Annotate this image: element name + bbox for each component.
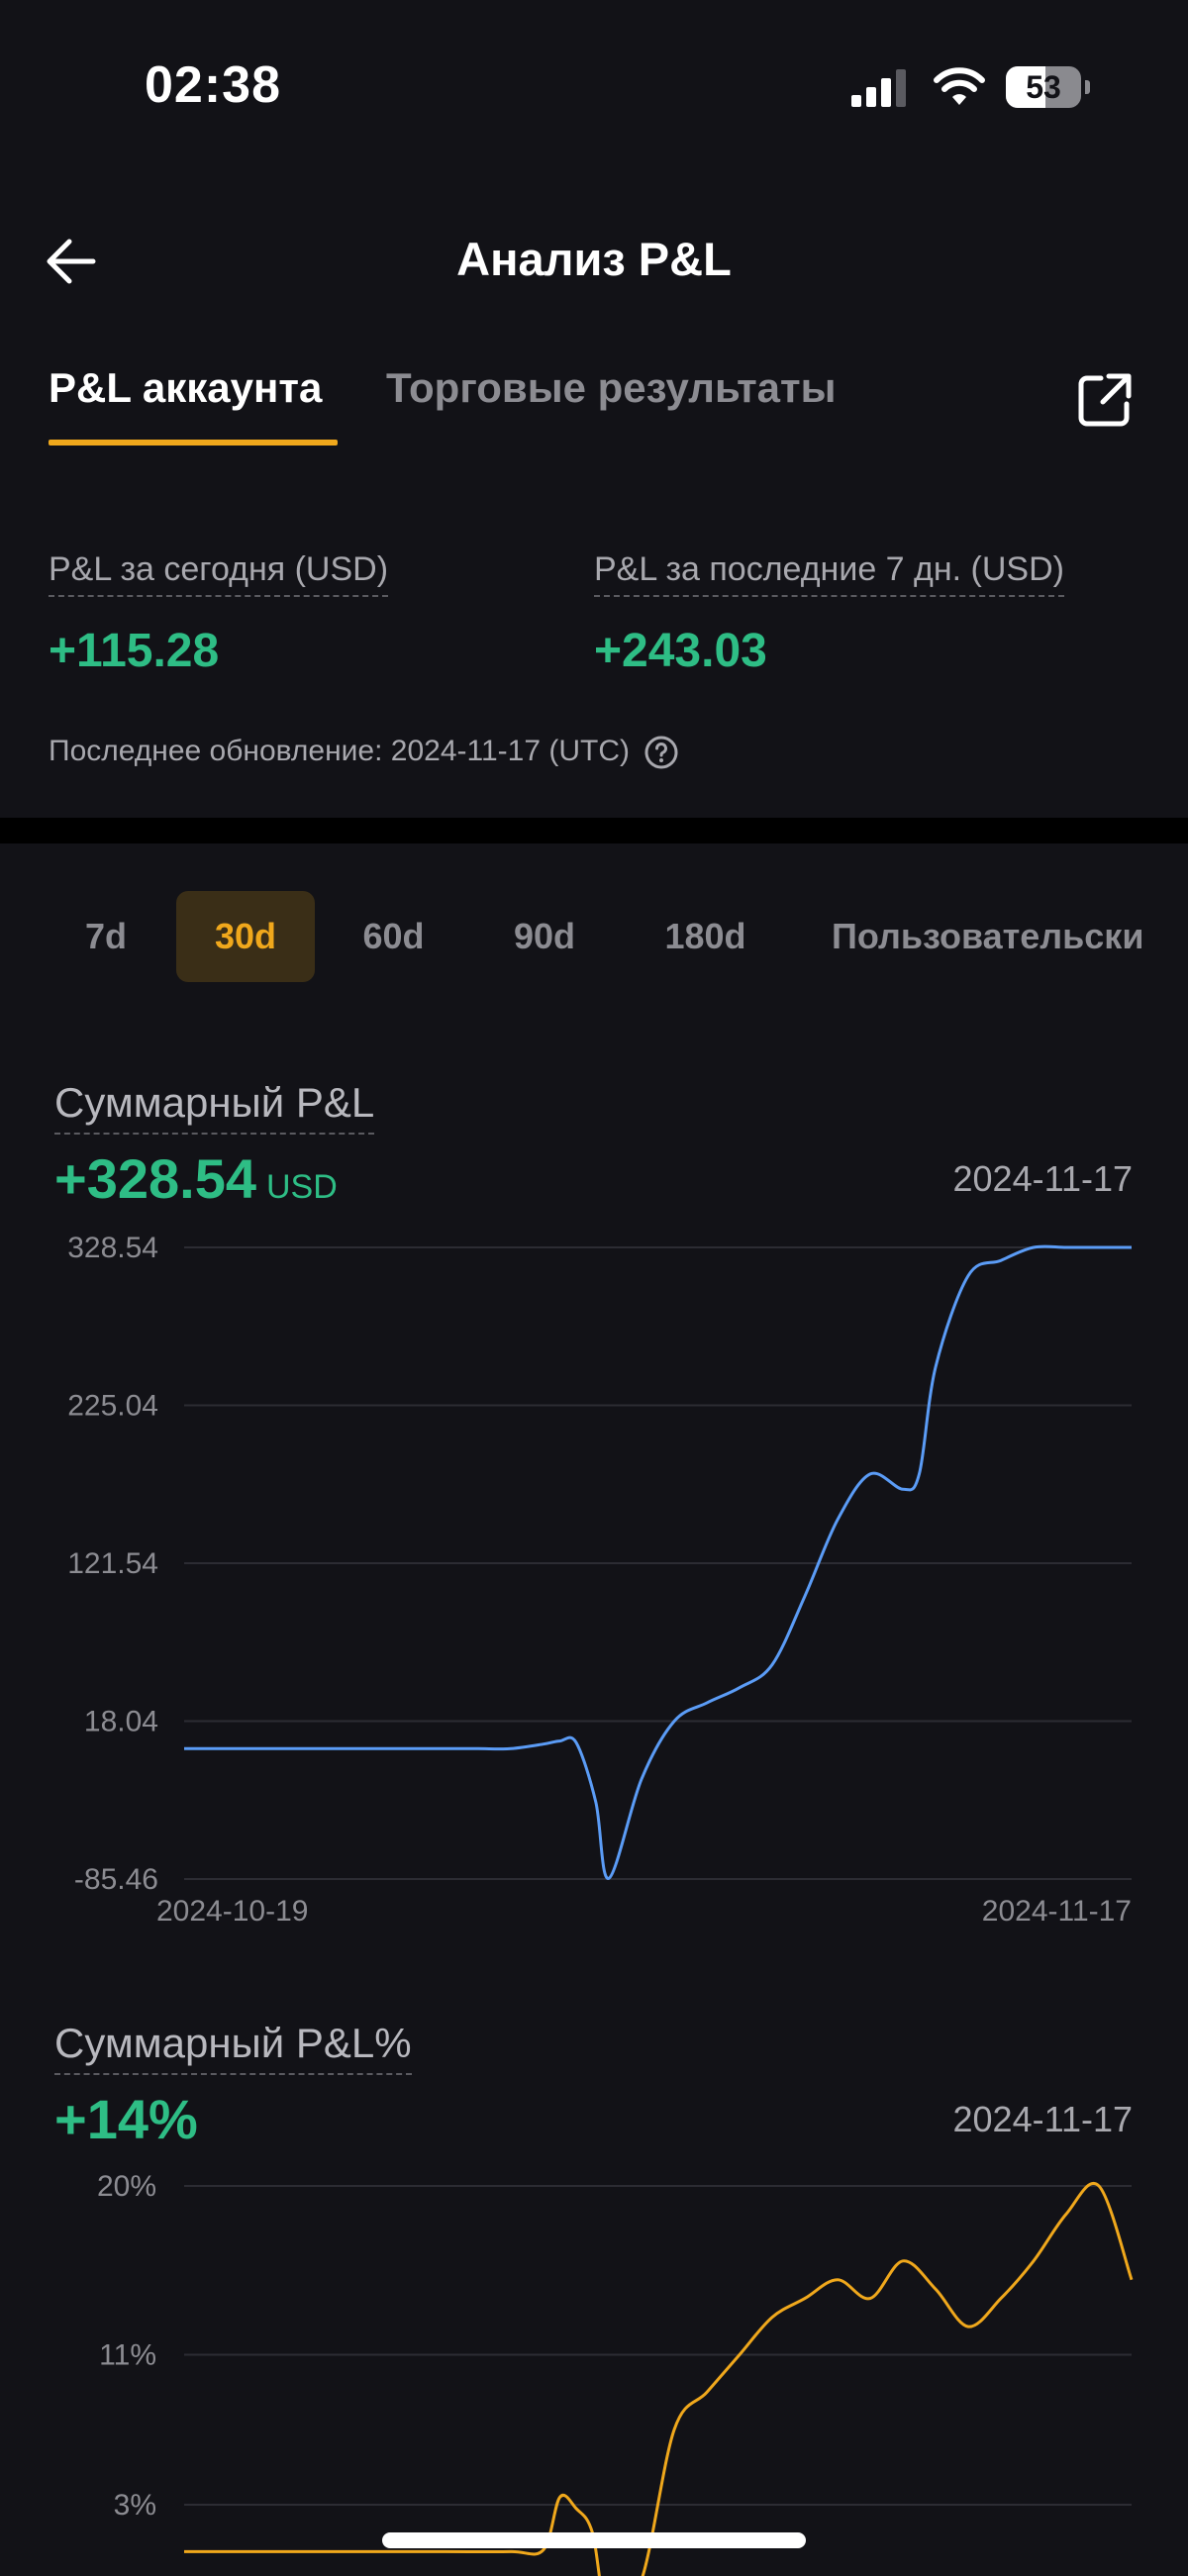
cumulative-pnl-date: 2024-11-17 (952, 1158, 1133, 1199)
wifi-icon (934, 67, 985, 105)
section-divider (0, 818, 1188, 843)
today-pnl-value: +115.28 (49, 625, 220, 677)
cumulative-pnl-value: +328.54 USD (54, 1146, 338, 1211)
cumulative-pnl-pct-date: 2024-11-17 (952, 2099, 1133, 2139)
active-tab-underline (49, 440, 338, 446)
period-custom[interactable]: Пользовательски (832, 891, 1168, 982)
week-pnl-value: +243.03 (594, 625, 767, 677)
x-tick-label: 2024-10-19 (156, 1895, 308, 1928)
tab-trading-results[interactable]: Торговые результаты (386, 364, 836, 412)
y-tick-label: 11% (99, 2338, 156, 2371)
cumulative-pnl-chart[interactable]: 328.54 225.04 121.54 18.04 -85.462024-10-19 2… (0, 1218, 1188, 1940)
y-tick-label: 20% (97, 2170, 156, 2203)
cumulative-pnl-pct-value: +14% (54, 2088, 198, 2150)
today-pnl-label[interactable]: P&L за сегодня (USD) (49, 550, 389, 597)
period-180d[interactable]: 180d (653, 891, 757, 982)
series-line (184, 2182, 1134, 2576)
y-tick-label: 3% (114, 2489, 156, 2522)
y-tick-label: -85.46 (74, 1863, 158, 1896)
battery-icon: 53 (1006, 66, 1090, 108)
question-circle-icon[interactable] (644, 735, 679, 770)
period-90d[interactable]: 90d (500, 891, 589, 982)
signal-icon (851, 69, 906, 107)
page-title: Анализ P&L (456, 233, 732, 285)
y-tick-label: 121.54 (67, 1547, 158, 1580)
period-30d[interactable]: 30d (176, 891, 315, 982)
cumulative-pnl-pct-title[interactable]: Суммарный P&L% (54, 2020, 412, 2075)
cumulative-pnl-pct-chart[interactable]: 20% 11% 3% (0, 2168, 1188, 2576)
home-indicator[interactable] (382, 2532, 806, 2548)
y-tick-label: 328.54 (67, 1232, 158, 1264)
last-update-text: Последнее обновление: 2024-11-17 (UTC) (49, 735, 630, 767)
cumulative-pnl-amount: +328.54 (54, 1147, 256, 1210)
period-60d[interactable]: 60d (351, 891, 436, 982)
period-7d[interactable]: 7d (71, 891, 141, 982)
cumulative-pnl-unit: USD (265, 1168, 338, 1206)
status-time: 02:38 (145, 56, 281, 114)
external-link-icon[interactable] (1075, 370, 1135, 430)
x-tick-label: 2024-11-17 (982, 1895, 1132, 1928)
cumulative-pnl-title[interactable]: Суммарный P&L (54, 1079, 375, 1135)
tab-account-pnl[interactable]: P&L аккаунта (49, 364, 322, 412)
y-tick-label: 18.04 (84, 1706, 158, 1738)
battery-level: 53 (1026, 69, 1061, 105)
status-bar: 02:38 53 (0, 0, 1188, 168)
week-pnl-label[interactable]: P&L за последние 7 дн. (USD) (594, 550, 1064, 597)
y-tick-label: 225.04 (67, 1390, 158, 1423)
